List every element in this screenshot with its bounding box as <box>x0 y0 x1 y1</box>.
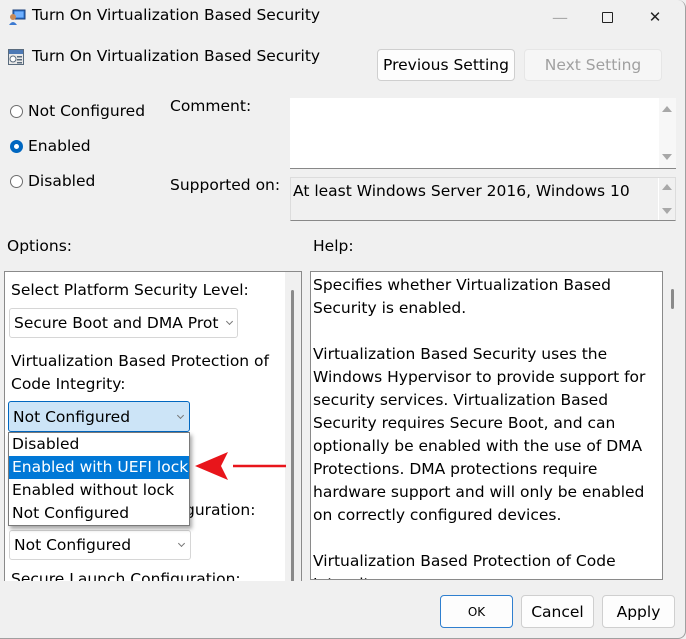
radio-button-icon <box>10 104 23 118</box>
policy-setting-icon <box>8 49 24 65</box>
credential-guard-value: Not Configured <box>14 536 132 554</box>
group-policy-app-icon <box>9 9 26 25</box>
help-text: Specifies whether Virtualization Based S… <box>313 276 646 579</box>
scroll-down-icon[interactable] <box>662 154 672 160</box>
comment-scrollbar[interactable] <box>659 98 676 168</box>
scroll-up-icon[interactable] <box>662 106 672 112</box>
next-setting-button[interactable]: Next Setting <box>524 49 662 81</box>
minimize-button[interactable]: — <box>537 0 583 34</box>
help-panel: Specifies whether Virtualization Based S… <box>310 271 663 580</box>
dropdown-option-enabled-without-lock[interactable]: Enabled without lock <box>9 479 189 502</box>
scroll-up-icon[interactable] <box>662 184 672 190</box>
scrollbar-thumb[interactable] <box>291 290 294 581</box>
credential-guard-select[interactable]: Not Configured <box>9 530 191 560</box>
chevron-down-icon <box>176 411 185 419</box>
maximize-button[interactable] <box>584 0 630 34</box>
chevron-down-icon <box>225 317 234 326</box>
secure-launch-label: Secure Launch Configuration: <box>11 570 241 581</box>
minimize-icon: — <box>552 7 568 27</box>
chevron-down-icon <box>177 539 186 548</box>
dropdown-option-disabled[interactable]: Disabled <box>9 433 189 456</box>
apply-button[interactable]: Apply <box>602 595 675 628</box>
code-integrity-value: Not Configured <box>13 407 131 426</box>
ok-button[interactable]: OK <box>440 595 513 628</box>
window-title: Turn On Virtualization Based Security <box>32 6 321 24</box>
supported-on-scrollbar[interactable] <box>658 178 675 220</box>
options-heading: Options: <box>7 237 73 255</box>
policy-dialog-window: Turn On Virtualization Based Security — … <box>0 0 686 639</box>
code-integrity-dropdown-list: Disabled Enabled with UEFI lock Enabled … <box>8 432 190 526</box>
annotation-arrow <box>195 452 286 480</box>
dropdown-option-enabled-with-uefi-lock[interactable]: Enabled with UEFI lock <box>9 456 189 479</box>
help-heading: Help: <box>313 237 354 255</box>
platform-security-value: Secure Boot and DMA Prot <box>14 314 219 332</box>
maximize-icon <box>601 11 613 23</box>
platform-security-select[interactable]: Secure Boot and DMA Prot <box>9 308 238 338</box>
supported-on-label: Supported on: <box>170 176 281 194</box>
scrollbar-thumb[interactable] <box>671 289 674 309</box>
radio-not-configured[interactable]: Not Configured <box>10 102 145 120</box>
platform-security-label: Select Platform Security Level: <box>11 281 249 299</box>
code-integrity-label: Virtualization Based Protection of Code … <box>11 352 269 393</box>
options-panel-scrollbar[interactable] <box>285 272 301 581</box>
help-panel-scrollbar[interactable] <box>665 271 681 580</box>
dropdown-option-not-configured[interactable]: Not Configured <box>9 502 189 525</box>
radio-enabled[interactable]: Enabled <box>10 137 91 155</box>
supported-on-field: At least Windows Server 2016, Windows 10 <box>290 177 676 221</box>
comment-textarea[interactable] <box>290 98 676 169</box>
supported-on-value: At least Windows Server 2016, Windows 10 <box>293 182 630 200</box>
policy-title: Turn On Virtualization Based Security <box>32 47 321 65</box>
radio-button-checked-icon <box>10 139 23 153</box>
ok-label: OK <box>467 604 486 619</box>
scroll-down-icon[interactable] <box>662 208 672 214</box>
radio-label: Enabled <box>28 137 91 155</box>
close-button[interactable]: ✕ <box>632 0 678 34</box>
radio-button-icon <box>10 174 23 188</box>
radio-label: Not Configured <box>28 102 146 120</box>
code-integrity-select[interactable]: Not Configured <box>8 401 190 432</box>
comment-label: Comment: <box>170 97 252 115</box>
title-bar: Turn On Virtualization Based Security — … <box>0 0 686 34</box>
close-icon: ✕ <box>648 8 662 26</box>
previous-setting-button[interactable]: Previous Setting <box>377 49 515 81</box>
cancel-button[interactable]: Cancel <box>521 595 594 628</box>
radio-disabled[interactable]: Disabled <box>10 172 95 190</box>
credential-guard-label-fragment: guration: <box>185 501 256 519</box>
radio-label: Disabled <box>28 172 96 190</box>
